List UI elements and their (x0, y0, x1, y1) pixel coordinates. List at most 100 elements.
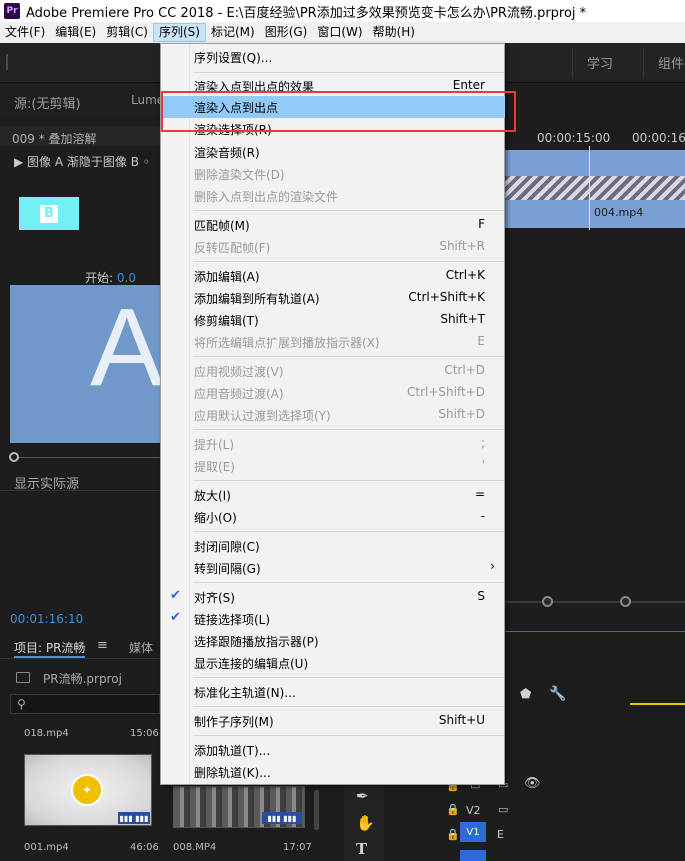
menu-separator (193, 210, 504, 211)
menu-item-linked-selection[interactable]: ✔ 链接选择项(L) (162, 608, 505, 630)
menu-item-lift[interactable]: 提升(L); (162, 433, 505, 455)
search-input[interactable] (10, 694, 160, 714)
panel-menu-icon[interactable]: ≡ (97, 638, 108, 653)
pen-tool-icon[interactable]: ✒ (356, 787, 369, 805)
tab-project[interactable]: 项目: PR流畅 (14, 639, 86, 658)
menu-item-add-tracks[interactable]: 添加轨道(T)... (162, 739, 505, 761)
premiere-logo-icon: Pr (4, 3, 20, 19)
transition-clip[interactable] (505, 176, 685, 200)
menu-item-add-edit-all-tracks[interactable]: 添加编辑到所有轨道(A) Ctrl+Shift+K (162, 287, 505, 309)
zoom-scroll-handle[interactable] (542, 596, 553, 607)
source-timecode[interactable]: 00:01:16:10 (10, 612, 83, 626)
clip-duration: 15:06 (130, 728, 159, 739)
menu-item-apply-video-transition[interactable]: 应用视频过渡(V) Ctrl+D (162, 360, 505, 382)
menu-item-apply-audio-transition[interactable]: 应用音频过渡(A) Ctrl+Shift+D (162, 382, 505, 404)
menu-item-delete-render-files[interactable]: 删除渲染文件(D) (162, 163, 505, 185)
menu-item-zoom-in[interactable]: 放大(I) = (162, 484, 505, 506)
menu-file[interactable]: 文件(F) (0, 23, 50, 42)
transition-thumbnail-b: B (19, 197, 79, 230)
type-tool-icon[interactable]: T (356, 840, 367, 858)
marker-icon[interactable]: ⬟ (520, 687, 531, 702)
menu-item-show-through-edits[interactable]: 显示连接的编辑点(U) (162, 652, 505, 674)
menu-item-reverse-match-frame[interactable]: 反转匹配帧(F) Shift+R (162, 236, 505, 258)
timeline-zoom-scroll[interactable] (505, 601, 685, 603)
menu-item-render-audio[interactable]: 渲染音频(R) (162, 141, 505, 163)
track-target-v1[interactable]: V1 (460, 822, 486, 842)
track-label-e: E (497, 828, 504, 841)
source-monitor-title[interactable]: 源:(无剪辑) (14, 93, 81, 112)
effect-name: 009 * 叠加溶解 (12, 132, 97, 146)
playhead[interactable] (589, 146, 590, 230)
clip-badge: ▮▮▮ ▮▮▮ (262, 812, 302, 824)
menu-item-selection-follows-playhead[interactable]: 选择跟随播放指示器(P) (162, 630, 505, 652)
menu-item-extract[interactable]: 提取(E) ' (162, 455, 505, 477)
workspace-grip[interactable] (6, 54, 8, 70)
track-target[interactable] (460, 850, 486, 861)
project-scrollbar[interactable] (314, 790, 319, 830)
menu-item-normalize-master-track[interactable]: 标准化主轨道(N)... (162, 681, 505, 703)
menu-item-extend-edit-point[interactable]: 将所选编辑点扩展到播放指示器(X) E (162, 331, 505, 353)
preview-slider-track[interactable] (10, 457, 160, 458)
menu-window[interactable]: 窗口(W) (312, 23, 367, 42)
menu-item-zoom-out[interactable]: 缩小(O) - (162, 506, 505, 528)
clip-duration: 46:06 (130, 842, 159, 853)
menu-help[interactable]: 帮助(H) (368, 23, 420, 42)
menu-separator (193, 480, 504, 481)
menu-graphics[interactable]: 图形(G) (260, 23, 313, 42)
wrench-icon[interactable]: 🔧 (549, 686, 566, 702)
panel-focus-line (505, 631, 685, 632)
menu-item-trim-edit[interactable]: 修剪编辑(T) Shift+T (162, 309, 505, 331)
folder-icon (16, 672, 30, 683)
workspace-tab-assembly[interactable]: 组件 (658, 53, 684, 72)
menu-item-close-gap[interactable]: 封闭间隙(C) (162, 535, 505, 557)
menu-item-go-to-gap[interactable]: 转到间隔(G) › (162, 557, 505, 579)
menu-item-snap[interactable]: ✔ 对齐(S) S (162, 586, 505, 608)
timeline-clip[interactable] (505, 150, 685, 176)
divider (0, 490, 160, 491)
transition-preview-a: A (10, 285, 164, 443)
menu-item-delete-render-in-to-out[interactable]: 删除入点到出点的渲染文件 (162, 185, 505, 207)
menu-separator (193, 677, 504, 678)
menu-edit[interactable]: 编辑(E) (50, 23, 101, 42)
menu-item-add-edit[interactable]: 添加编辑(A) Ctrl+K (162, 265, 505, 287)
window-title: Adobe Premiere Pro CC 2018 - E:\百度经验\PR添… (26, 5, 587, 21)
eye-icon[interactable]: 👁 (524, 776, 541, 791)
clip-name: 001.mp4 (24, 842, 69, 853)
workspace-separator (643, 48, 644, 78)
effect-description[interactable]: ▶ 图像 A 渐隐于图像 B ◦ (14, 153, 150, 170)
ruler-timecode: 00:00:16:0 (632, 131, 685, 145)
clip-badge: ▮▮▮ ▮▮▮ (118, 812, 150, 824)
preview-letter-a: A (90, 286, 164, 409)
menu-sequence[interactable]: 序列(S) (152, 23, 206, 42)
menu-item-sequence-settings[interactable]: 序列设置(Q)... (162, 46, 505, 68)
menu-marker[interactable]: 标记(M) (206, 23, 260, 42)
submenu-arrow-icon: › (490, 559, 495, 573)
zoom-scroll-handle[interactable] (620, 596, 631, 607)
menu-item-match-frame[interactable]: 匹配帧(M) F (162, 214, 505, 236)
hand-tool-icon[interactable]: ✋ (356, 814, 375, 832)
menu-separator (193, 735, 504, 736)
start-value[interactable]: 0.0 (117, 271, 136, 285)
workspace-tab-learn[interactable]: 学习 (587, 53, 613, 72)
project-file-name: PR流畅.prproj (43, 672, 122, 686)
menu-separator (193, 261, 504, 262)
menu-clip[interactable]: 剪辑(C) (101, 23, 153, 42)
ruler-timecode: 00:00:15:00 (537, 131, 611, 145)
title-bar: Pr Adobe Premiere Pro CC 2018 - E:\百度经验\… (0, 0, 685, 22)
thumbnail-letter-b: B (40, 204, 58, 223)
lock-icon[interactable]: 🔒 (446, 803, 460, 816)
work-area-bar[interactable] (630, 703, 685, 705)
tab-media-browser[interactable]: 媒体 (129, 639, 153, 656)
workspace-separator (572, 48, 573, 78)
preview-slider-knob[interactable] (9, 452, 19, 462)
menu-bar: 文件(F) 编辑(E) 剪辑(C) 序列(S) 标记(M) 图形(G) 窗口(W… (0, 22, 685, 43)
clip-duration: 17:07 (283, 842, 312, 853)
sync-lock-icon[interactable]: ▭ (498, 803, 508, 816)
search-icon: ⚲ (17, 697, 26, 711)
menu-item-make-subsequence[interactable]: 制作子序列(M) Shift+U (162, 710, 505, 732)
menu-item-delete-tracks[interactable]: 删除轨道(K)... (162, 761, 505, 783)
menu-separator (193, 706, 504, 707)
thumbnail-logo-icon: ✦ (71, 774, 103, 806)
lock-icon[interactable]: 🔒 (446, 828, 460, 841)
menu-item-apply-default-transition[interactable]: 应用默认过渡到选择项(Y) Shift+D (162, 404, 505, 426)
